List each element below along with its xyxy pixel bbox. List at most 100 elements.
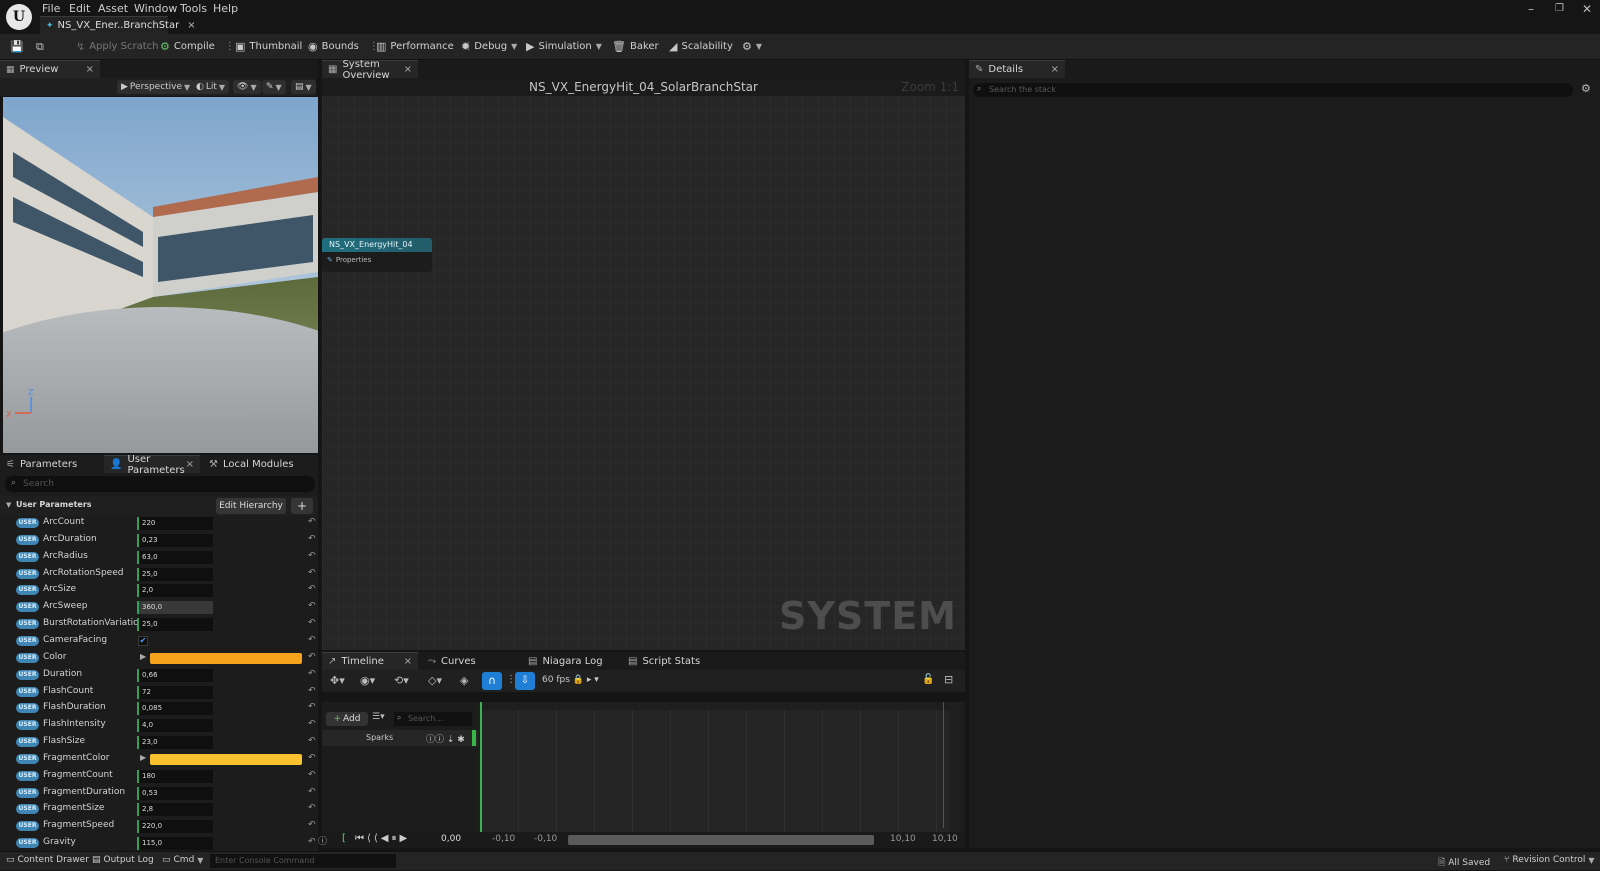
reset-icon[interactable]: ↶ [308,568,316,578]
parameter-row[interactable]: USER Gravity 115,0 ↶ [0,835,318,852]
parameter-value-field[interactable]: 220 [137,517,213,530]
parameter-name[interactable]: ArcRotationSpeed [43,568,123,578]
tab-parameters[interactable]: ⚟ Parameters [0,455,100,473]
parameter-name[interactable]: ArcDuration [43,534,97,544]
reset-icon[interactable]: ↶ [308,736,316,746]
parameter-name[interactable]: Gravity [43,837,76,847]
cmd-dropdown[interactable]: ▭ Cmd ▼ [162,855,203,865]
parameter-name[interactable]: FragmentSize [43,803,104,813]
view-range-end[interactable]: 10,10 [932,834,958,844]
debug-dropdown[interactable]: ✹ Debug ▼ [461,40,517,53]
keyframe-options-icon[interactable]: ◇▾ [428,674,442,687]
tab-curves[interactable]: ⤳ Curves [422,652,518,670]
parameter-name[interactable]: ArcCount [43,517,84,527]
parameter-row[interactable]: USER FragmentSpeed 220,0 ↶ [0,818,318,835]
working-range-start[interactable]: -0,10 [534,834,557,844]
timeline-range-scrollbar[interactable] [568,835,874,845]
color-swatch[interactable] [150,753,302,765]
parameter-name[interactable]: FragmentColor [43,753,110,763]
bounds-button[interactable]: ◉ Bounds ⋮ [308,40,379,53]
reset-icon[interactable]: ↶ [308,517,316,527]
reset-icon[interactable]: ↶ [308,669,316,679]
expand-icon[interactable]: ▶ [140,753,146,762]
tab-local-modules[interactable]: ⚒ Local Modules [203,455,303,473]
tab-timeline[interactable]: ↗ Timeline × [322,652,418,670]
parameter-row[interactable]: USER FlashIntensity 4,0 ↶ [0,717,318,734]
performance-button[interactable]: ▥ Performance ⋮ [376,40,474,53]
parameter-name[interactable]: FragmentDuration [43,787,125,797]
perspective-dropdown[interactable]: ▶ Perspective ▼ [117,80,195,94]
parameter-row[interactable]: USER CameraFacing ✔ ↶ [0,633,318,650]
system-node-properties[interactable]: ✎ Properties [322,252,432,268]
parameter-value-field[interactable]: 0,085 [137,702,213,716]
params-search-input[interactable]: Search [5,476,315,492]
parameter-row[interactable]: USER FlashCount 72 ↶ [0,684,318,701]
compile-button[interactable]: ⚙ Compile ⋮ [160,40,235,53]
reset-icon[interactable]: ↶ [308,719,316,729]
parameter-value-field[interactable]: 4,0 [137,719,213,733]
parameter-value-field[interactable]: 25,0 [137,567,213,581]
close-icon[interactable]: × [86,64,94,75]
parameter-name[interactable]: BurstRotationVariation [43,618,144,628]
parameter-value-field[interactable]: 360,0 [137,601,213,615]
console-input[interactable]: Enter Console Command [210,854,396,868]
parameter-row[interactable]: USER FlashSize 23,0 ↶ [0,734,318,751]
parameter-row[interactable]: USER FragmentDuration 0,53 ↶ [0,785,318,802]
reset-icon[interactable]: ↶ [308,770,316,780]
frame-snap-icon[interactable]: ⇩ [515,672,535,690]
reset-icon[interactable]: ↶ [308,753,316,763]
parameter-name[interactable]: FlashSize [43,736,85,746]
close-icon[interactable]: × [1051,64,1059,75]
parameter-name[interactable]: ArcSize [43,584,76,594]
parameter-value-field[interactable]: 2,8 [137,803,213,817]
snap-toggle-icon[interactable]: ∩ [482,672,502,690]
edit-hierarchy-button[interactable]: Edit Hierarchy [216,498,286,514]
parameter-row[interactable]: USER FlashDuration 0,085 ↶ [0,700,318,717]
color-swatch[interactable] [150,652,302,664]
parameter-row[interactable]: USER Duration 0,66 ↶ [0,667,318,684]
simulation-dropdown[interactable]: ▶ Simulation ▼ [526,40,602,53]
content-drawer-button[interactable]: ▭ Content Drawer [6,855,89,865]
parameter-checkbox[interactable]: ✔ [138,635,148,646]
all-saved-button[interactable]: 🗎 All Saved [1438,855,1490,871]
filter-icon[interactable]: ☰▾ [372,712,385,722]
playback-options-icon[interactable]: ⟲▾ [394,674,409,687]
parameter-name[interactable]: FlashCount [43,686,93,696]
parameter-value-field[interactable]: 25,0 [137,618,213,632]
track-row[interactable]: Sparks ⓘⓘ ⇣ ✱ [322,730,478,746]
save-icon[interactable]: 💾 [10,40,24,53]
fps-dropdown[interactable]: 60 fps 🔒 ▸ ▾ [542,675,599,685]
parameter-name[interactable]: Duration [43,669,82,679]
thumbnail-button[interactable]: ▣ Thumbnail [235,40,302,53]
parameter-value-field[interactable]: 2,0 [137,584,213,598]
parameter-name[interactable]: FragmentCount [43,770,113,780]
close-icon[interactable]: × [186,459,194,470]
menu-file[interactable]: File [42,2,60,15]
reset-icon[interactable]: ↶ [308,837,316,847]
user-parameters-group-header[interactable]: ▼ User Parameters Edit Hierarchy + [0,496,318,516]
info-icon[interactable]: ⓘ [318,834,327,847]
revision-control-dropdown[interactable]: ⑂ Revision Control ▼ [1504,855,1595,865]
tab-system-overview[interactable]: ▦ System Overview × [322,59,418,81]
details-search-input[interactable]: Search the stack [973,83,1573,97]
lit-dropdown[interactable]: ◐ Lit ▼ [192,80,230,94]
reset-icon[interactable]: ↶ [308,601,316,611]
parameter-row[interactable]: USER Color ▶ ↶ [0,650,318,667]
reset-icon[interactable]: ↶ [308,803,316,813]
parameter-value-field[interactable]: 180 [137,769,213,783]
menu-help[interactable]: Help [213,2,238,15]
restore-icon[interactable]: ❐ [1555,3,1564,14]
parameter-row[interactable]: USER ArcCount 220 ↶ [0,515,318,532]
playhead-start-marker[interactable] [480,702,482,836]
baker-button[interactable]: 🗑 Baker [612,40,659,53]
tab-user-parameters[interactable]: 👤 User Parameters × [104,454,200,476]
parameter-row[interactable]: USER ArcSweep 360,0 ↶ [0,599,318,616]
tab-details[interactable]: ✎ Details × [969,60,1065,78]
auto-key-icon[interactable]: ◈ [460,674,468,687]
apply-scratch-button[interactable]: ↯ Apply Scratch [76,40,158,53]
reset-icon[interactable]: ↶ [308,635,316,645]
working-range-end[interactable]: 10,10 [890,834,916,844]
parameter-value-field[interactable]: 0,66 [137,668,213,682]
current-time[interactable]: 0,00 [441,834,461,844]
reset-icon[interactable]: ↶ [308,652,316,662]
